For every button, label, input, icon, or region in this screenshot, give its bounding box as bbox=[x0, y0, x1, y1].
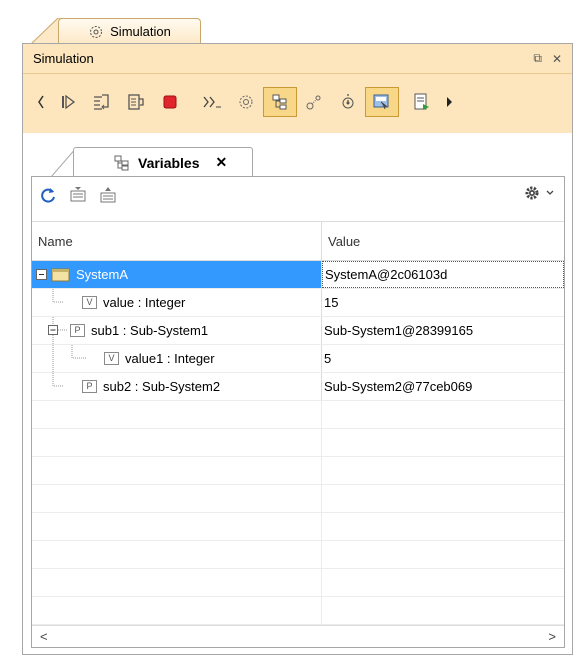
empty-rows bbox=[32, 401, 564, 625]
table-row[interactable]: V value1 : Integer 5 bbox=[32, 345, 564, 373]
value-cell: Sub-System2@77ceb069 bbox=[324, 379, 473, 394]
terminate-icon[interactable] bbox=[153, 87, 187, 117]
name-cell: V value : Integer bbox=[32, 289, 322, 316]
empty-table-row bbox=[32, 401, 564, 429]
empty-table-row bbox=[32, 429, 564, 457]
export-icon[interactable] bbox=[405, 87, 439, 117]
value-cell: Sub-System1@28399165 bbox=[324, 323, 474, 338]
tab-simulation[interactable]: Simulation bbox=[58, 18, 201, 44]
row-name: value1 : Integer bbox=[125, 351, 215, 366]
row-name: sub1 : Sub-System1 bbox=[91, 323, 209, 338]
view-menu-button[interactable] bbox=[524, 185, 554, 201]
variables-toolbar bbox=[32, 177, 564, 213]
panel-title: Simulation bbox=[33, 51, 94, 66]
chevron-down-icon bbox=[546, 190, 554, 195]
empty-cell bbox=[322, 541, 564, 568]
empty-cell bbox=[322, 569, 564, 596]
table-row[interactable]: V value : Integer 15 bbox=[32, 289, 564, 317]
tab-variables[interactable]: Variables ✕ bbox=[73, 147, 253, 177]
restore-icon[interactable]: ⧉ bbox=[533, 51, 542, 66]
scroll-left-arrow[interactable]: < bbox=[40, 629, 48, 644]
resume-icon[interactable] bbox=[51, 87, 85, 117]
empty-cell bbox=[32, 597, 322, 624]
empty-cell bbox=[32, 457, 322, 484]
breakpoints-icon[interactable] bbox=[297, 87, 331, 117]
empty-table-row bbox=[32, 485, 564, 513]
value-property-icon: V bbox=[82, 296, 97, 309]
empty-cell bbox=[32, 541, 322, 568]
empty-cell bbox=[322, 597, 564, 624]
panel-title-bar: Simulation ⧉ ✕ bbox=[23, 44, 572, 74]
close-variables-tab-icon[interactable]: ✕ bbox=[216, 154, 228, 171]
empty-cell bbox=[32, 401, 322, 428]
expand-all-icon[interactable] bbox=[68, 185, 88, 205]
column-header-value[interactable]: Value bbox=[322, 222, 564, 260]
outer-tab-label: Simulation bbox=[110, 24, 171, 39]
name-cell: V value1 : Integer bbox=[32, 345, 322, 372]
collapse-node-icon[interactable] bbox=[48, 317, 70, 344]
value-cell: 15 bbox=[324, 295, 339, 310]
variables-view: Name Value SystemA SystemA@2c06103d V va… bbox=[31, 176, 565, 648]
horizontal-scrollbar[interactable]: < > bbox=[32, 625, 564, 647]
table-header: Name Value bbox=[32, 221, 564, 261]
sessions-toggle-icon[interactable] bbox=[365, 87, 399, 117]
tree-connector bbox=[52, 289, 64, 303]
step-over-icon[interactable] bbox=[119, 87, 153, 117]
collapse-all-icon[interactable] bbox=[98, 185, 118, 205]
row-name: value : Integer bbox=[103, 295, 186, 310]
empty-table-row bbox=[32, 457, 564, 485]
value-cell: SystemA@2c06103d bbox=[322, 261, 564, 288]
step-out-icon[interactable] bbox=[195, 87, 229, 117]
part-property-icon: P bbox=[82, 380, 97, 393]
empty-cell bbox=[322, 485, 564, 512]
close-panel-icon[interactable]: ✕ bbox=[552, 52, 562, 66]
empty-cell bbox=[32, 513, 322, 540]
empty-cell bbox=[32, 485, 322, 512]
scroll-left-icon[interactable] bbox=[31, 87, 51, 117]
variables-toggle-icon[interactable] bbox=[263, 87, 297, 117]
variables-tree-icon bbox=[114, 155, 129, 170]
row-name: sub2 : Sub-System2 bbox=[103, 379, 221, 394]
simulation-panel: Simulation ⧉ ✕ Variables ✕ Name Value Sy… bbox=[22, 43, 573, 655]
refresh-icon[interactable] bbox=[38, 185, 58, 205]
collapse-node-icon[interactable] bbox=[36, 268, 48, 281]
name-cell: P sub1 : Sub-System1 bbox=[32, 317, 322, 344]
empty-cell bbox=[322, 429, 564, 456]
value-cell: 5 bbox=[324, 351, 332, 366]
empty-table-row bbox=[32, 597, 564, 625]
empty-cell bbox=[322, 457, 564, 484]
triggers-icon[interactable] bbox=[331, 87, 365, 117]
column-header-name[interactable]: Name bbox=[32, 222, 322, 260]
gear-icon bbox=[525, 186, 539, 200]
tree-connector bbox=[52, 345, 86, 372]
simulation-gear-icon bbox=[90, 25, 103, 38]
scroll-right-icon[interactable] bbox=[439, 87, 459, 117]
table-row[interactable]: P sub1 : Sub-System1 Sub-System1@2839916… bbox=[32, 317, 564, 345]
empty-cell bbox=[322, 401, 564, 428]
simulation-toolbar bbox=[31, 84, 459, 120]
animation-icon[interactable] bbox=[229, 87, 263, 117]
empty-cell bbox=[32, 429, 322, 456]
name-cell: SystemA bbox=[32, 261, 322, 288]
empty-table-row bbox=[32, 513, 564, 541]
block-icon bbox=[51, 268, 70, 281]
scroll-right-arrow[interactable]: > bbox=[548, 629, 556, 644]
table-row[interactable]: SystemA SystemA@2c06103d bbox=[32, 261, 564, 289]
table-row[interactable]: P sub2 : Sub-System2 Sub-System2@77ceb06… bbox=[32, 373, 564, 401]
tree-connector bbox=[52, 373, 64, 387]
name-cell: P sub2 : Sub-System2 bbox=[32, 373, 322, 400]
part-property-icon: P bbox=[70, 324, 85, 337]
step-into-icon[interactable] bbox=[85, 87, 119, 117]
row-name: SystemA bbox=[76, 267, 129, 282]
value-property-icon: V bbox=[104, 352, 119, 365]
variables-table: Name Value SystemA SystemA@2c06103d V va… bbox=[32, 221, 564, 625]
variables-tab-label: Variables bbox=[138, 154, 200, 171]
empty-cell bbox=[32, 569, 322, 596]
empty-cell bbox=[322, 513, 564, 540]
empty-table-row bbox=[32, 569, 564, 597]
empty-table-row bbox=[32, 541, 564, 569]
